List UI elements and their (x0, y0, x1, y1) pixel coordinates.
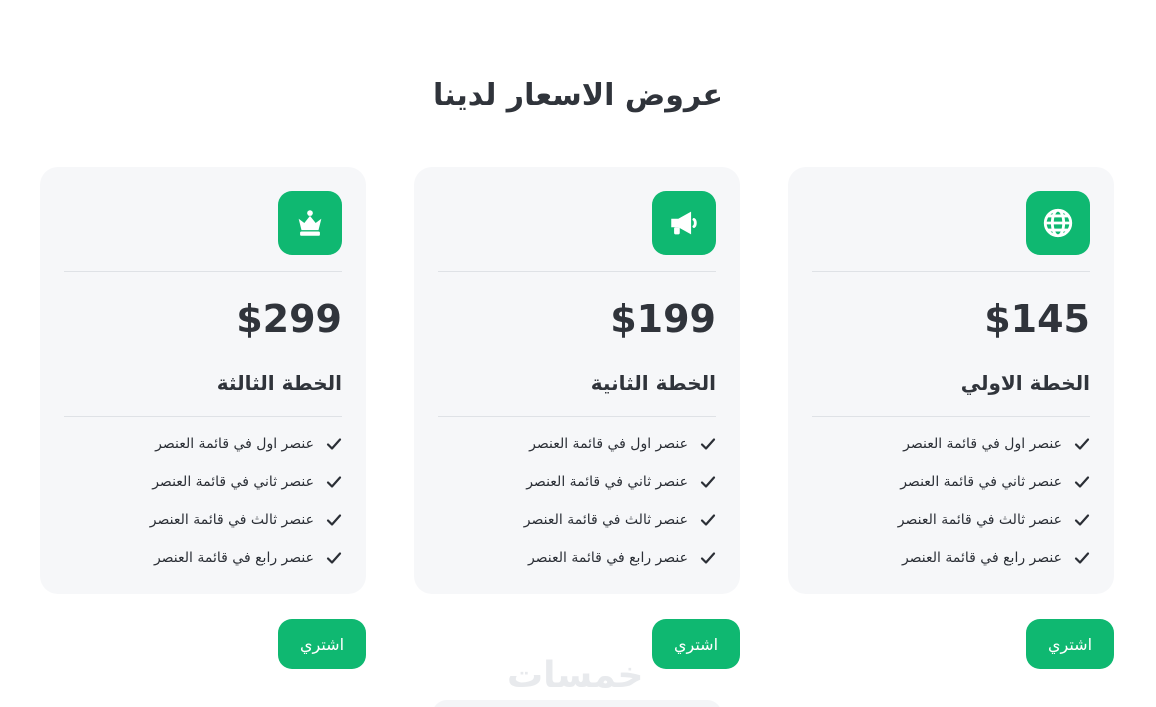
feature-item: عنصر رابع في قائمة العنصر (438, 539, 716, 577)
check-icon (326, 550, 342, 566)
pricing-plans: $145 الخطة الاولي عنصر اول في قائمة العن… (0, 167, 1156, 687)
check-icon (326, 512, 342, 528)
feature-item: عنصر رابع في قائمة العنصر (64, 539, 342, 577)
plan-icon-box (652, 191, 716, 255)
check-icon (700, 512, 716, 528)
divider (438, 416, 716, 417)
divider (812, 271, 1090, 272)
plan-card: $199 الخطة الثانية عنصر اول في قائمة الع… (414, 167, 740, 594)
divider (64, 271, 342, 272)
feature-list: عنصر اول في قائمة العنصر عنصر ثاني في قا… (438, 425, 716, 577)
plan-price: $145 (984, 297, 1090, 341)
check-icon (1074, 512, 1090, 528)
buy-button[interactable]: اشتري (1026, 619, 1114, 669)
feature-list: عنصر اول في قائمة العنصر عنصر ثاني في قا… (64, 425, 342, 577)
plan-1: $145 الخطة الاولي عنصر اول في قائمة العن… (788, 167, 1114, 669)
pricing-page: عروض الاسعار لدينا $145 الخطة الاولي عنص… (0, 0, 1156, 707)
plan-icon-box (1026, 191, 1090, 255)
check-icon (700, 436, 716, 452)
feature-label: عنصر ثاني في قائمة العنصر (152, 474, 314, 490)
plan-name: الخطة الثانية (590, 371, 716, 395)
divider (64, 416, 342, 417)
buy-button[interactable]: اشتري (652, 619, 740, 669)
plan-3: $299 الخطة الثالثة عنصر اول في قائمة الع… (40, 167, 366, 669)
check-icon (1074, 550, 1090, 566)
partial-card (432, 700, 722, 707)
feature-label: عنصر ثاني في قائمة العنصر (526, 474, 688, 490)
divider (438, 271, 716, 272)
feature-label: عنصر ثالث في قائمة العنصر (149, 512, 314, 528)
check-icon (1074, 474, 1090, 490)
plan-2: $199 الخطة الثانية عنصر اول في قائمة الع… (414, 167, 740, 669)
check-icon (700, 474, 716, 490)
check-icon (700, 550, 716, 566)
feature-item: عنصر اول في قائمة العنصر (812, 425, 1090, 463)
plan-card: $145 الخطة الاولي عنصر اول في قائمة العن… (788, 167, 1114, 594)
feature-label: عنصر اول في قائمة العنصر (155, 436, 314, 452)
check-icon (326, 474, 342, 490)
feature-label: عنصر رابع في قائمة العنصر (901, 550, 1062, 566)
feature-label: عنصر اول في قائمة العنصر (529, 436, 688, 452)
feature-label: عنصر اول في قائمة العنصر (903, 436, 1062, 452)
crown-icon (293, 206, 327, 240)
feature-label: عنصر رابع في قائمة العنصر (153, 550, 314, 566)
feature-item: عنصر رابع في قائمة العنصر (812, 539, 1090, 577)
check-icon (326, 436, 342, 452)
page-title: عروض الاسعار لدينا (432, 78, 723, 113)
divider (812, 416, 1090, 417)
feature-label: عنصر ثاني في قائمة العنصر (900, 474, 1062, 490)
feature-item: عنصر ثالث في قائمة العنصر (812, 501, 1090, 539)
feature-label: عنصر ثالث في قائمة العنصر (523, 512, 688, 528)
plan-name: الخطة الاولي (960, 371, 1090, 395)
plan-icon-box (278, 191, 342, 255)
feature-item: عنصر ثالث في قائمة العنصر (438, 501, 716, 539)
buy-button[interactable]: اشتري (278, 619, 366, 669)
feature-item: عنصر اول في قائمة العنصر (438, 425, 716, 463)
feature-item: عنصر ثاني في قائمة العنصر (812, 463, 1090, 501)
feature-label: عنصر رابع في قائمة العنصر (527, 550, 688, 566)
feature-item: عنصر ثاني في قائمة العنصر (438, 463, 716, 501)
plan-price: $299 (236, 297, 342, 341)
globe-icon (1041, 206, 1075, 240)
feature-item: عنصر ثالث في قائمة العنصر (64, 501, 342, 539)
megaphone-icon (667, 206, 701, 240)
watermark-logo: خمسات (507, 655, 644, 696)
check-icon (1074, 436, 1090, 452)
plan-name: الخطة الثالثة (216, 371, 342, 395)
plan-price: $199 (610, 297, 716, 341)
feature-item: عنصر ثاني في قائمة العنصر (64, 463, 342, 501)
plan-card: $299 الخطة الثالثة عنصر اول في قائمة الع… (40, 167, 366, 594)
feature-list: عنصر اول في قائمة العنصر عنصر ثاني في قا… (812, 425, 1090, 577)
feature-label: عنصر ثالث في قائمة العنصر (897, 512, 1062, 528)
feature-item: عنصر اول في قائمة العنصر (64, 425, 342, 463)
